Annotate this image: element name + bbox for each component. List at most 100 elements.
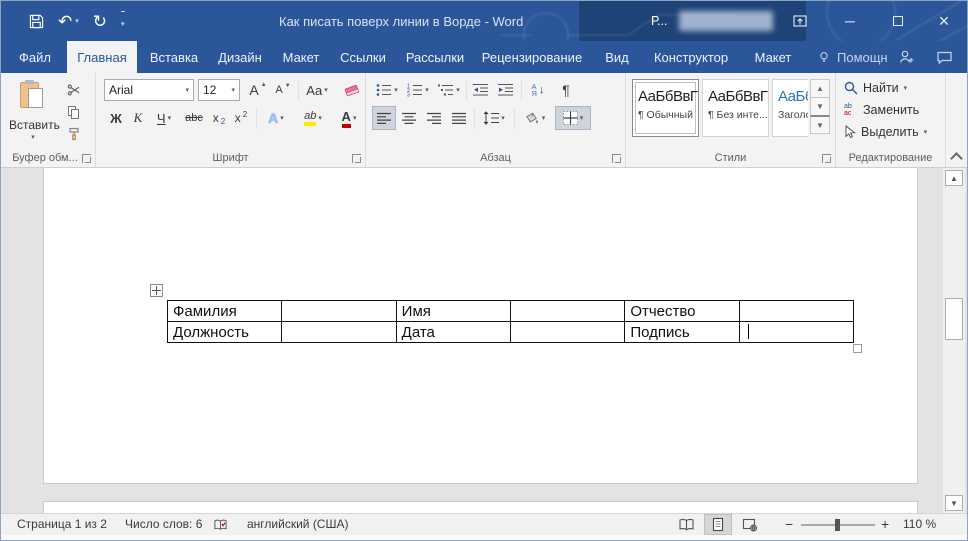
- strikethrough-button[interactable]: abc: [181, 107, 207, 129]
- ribbon-display-options-button[interactable]: [787, 10, 813, 32]
- maximize-button[interactable]: [885, 10, 911, 32]
- tab-view[interactable]: Вид: [599, 41, 635, 73]
- clipboard-dialog-launcher-icon[interactable]: [82, 154, 91, 163]
- show-marks-button[interactable]: ¶: [556, 79, 576, 101]
- clear-formatting-button[interactable]: [340, 79, 364, 101]
- print-layout-button[interactable]: [704, 514, 732, 535]
- shading-button[interactable]: ▾: [518, 107, 550, 129]
- table-cell[interactable]: [509, 300, 626, 322]
- zoom-slider-track[interactable]: [801, 519, 875, 531]
- table-cell[interactable]: [281, 321, 397, 343]
- font-size-combobox[interactable]: 12 ▾: [198, 79, 240, 101]
- language-indicator[interactable]: английский (США): [247, 517, 348, 531]
- save-icon[interactable]: [29, 14, 44, 29]
- redo-icon[interactable]: ↻: [93, 13, 107, 30]
- sort-button[interactable]: А Я ↓: [525, 79, 551, 101]
- line-spacing-button[interactable]: ▾: [478, 107, 510, 129]
- read-mode-button[interactable]: [673, 515, 699, 534]
- styles-more-icon[interactable]: ▼: [810, 115, 830, 134]
- justify-button[interactable]: [448, 107, 470, 129]
- document-table[interactable]: Фамилия Имя Отчество Должность Дата Подп…: [166, 300, 855, 343]
- scroll-down-icon[interactable]: ▼: [945, 495, 963, 511]
- highlight-color-button[interactable]: ab ▾: [296, 107, 330, 129]
- tell-me-button[interactable]: Помощн: [817, 41, 888, 73]
- tab-design[interactable]: Дизайн: [213, 41, 267, 73]
- underline-button[interactable]: Ч ▾: [150, 107, 178, 129]
- tab-table-design[interactable]: Конструктор: [646, 41, 736, 73]
- table-resize-handle[interactable]: [853, 344, 862, 353]
- table-cell[interactable]: [738, 321, 855, 343]
- table-cell[interactable]: Отчество: [624, 300, 740, 322]
- styles-scroll-up-icon[interactable]: ▲: [810, 79, 830, 98]
- paragraph-dialog-launcher-icon[interactable]: [612, 154, 621, 163]
- multilevel-list-button[interactable]: ▾: [435, 79, 463, 101]
- table-cell[interactable]: [738, 300, 855, 322]
- replace-button[interactable]: ab ac Заменить: [844, 103, 919, 117]
- table-cell[interactable]: Подпись: [624, 321, 740, 343]
- tab-table-layout[interactable]: Макет: [747, 41, 799, 73]
- bullets-button[interactable]: ▾: [373, 79, 401, 101]
- numbering-button[interactable]: 123 ▾: [404, 79, 432, 101]
- change-case-button[interactable]: Aa ▾: [302, 79, 332, 101]
- share-button[interactable]: [893, 41, 919, 73]
- table-cell[interactable]: Имя: [395, 300, 511, 322]
- tab-references[interactable]: Ссылки: [335, 41, 391, 73]
- italic-button[interactable]: К: [129, 107, 147, 129]
- style-card-heading1[interactable]: АаБбВв Заголово...: [772, 79, 808, 137]
- tab-layout[interactable]: Макет: [277, 41, 325, 73]
- tab-file[interactable]: Файл: [11, 41, 59, 73]
- tab-home[interactable]: Главная: [67, 41, 137, 73]
- bold-button[interactable]: Ж: [106, 107, 126, 129]
- tab-mailings[interactable]: Рассылки: [403, 41, 467, 73]
- table-cell[interactable]: Дата: [395, 321, 511, 343]
- shrink-font-button[interactable]: А ▼: [272, 79, 294, 101]
- styles-dialog-launcher-icon[interactable]: [822, 154, 831, 163]
- table-cell[interactable]: Должность: [166, 321, 283, 343]
- tab-review[interactable]: Рецензирование: [479, 41, 585, 73]
- font-color-button[interactable]: А ▾: [334, 107, 364, 129]
- style-card-no-spacing[interactable]: АаБбВвГг, ¶ Без инте...: [702, 79, 769, 137]
- copy-button[interactable]: [63, 103, 85, 121]
- find-button[interactable]: Найти ▾: [844, 81, 907, 95]
- zoom-level[interactable]: 110 %: [903, 517, 936, 531]
- web-layout-button[interactable]: [737, 515, 763, 534]
- decrease-indent-button[interactable]: [470, 79, 492, 101]
- comments-button[interactable]: [931, 41, 957, 73]
- document-page-2[interactable]: [43, 501, 918, 513]
- scrollbar-thumb[interactable]: [945, 298, 963, 340]
- format-painter-button[interactable]: [63, 125, 85, 143]
- paste-button[interactable]: Вставить ▾: [9, 79, 60, 145]
- cut-button[interactable]: [63, 81, 85, 99]
- undo-icon[interactable]: ↶: [58, 13, 72, 30]
- zoom-slider-thumb[interactable]: [835, 519, 840, 531]
- close-button[interactable]: ×: [931, 10, 957, 32]
- table-cell[interactable]: Фамилия: [166, 300, 283, 322]
- text-effects-button[interactable]: А ▾: [260, 107, 292, 129]
- subscript-button[interactable]: x2: [209, 107, 229, 129]
- font-dialog-launcher-icon[interactable]: [352, 154, 361, 163]
- zoom-in-button[interactable]: +: [881, 516, 889, 532]
- align-right-button[interactable]: [423, 107, 445, 129]
- styles-scroll-down-icon[interactable]: ▼: [810, 97, 830, 116]
- align-left-button[interactable]: [372, 106, 396, 130]
- collapse-ribbon-icon[interactable]: [950, 152, 963, 165]
- undo-dropdown-icon[interactable]: ▾: [75, 18, 79, 25]
- table-move-handle[interactable]: [150, 284, 163, 297]
- page-indicator[interactable]: Страница 1 из 2: [17, 517, 107, 531]
- style-card-normal[interactable]: АаБбВвГг, ¶ Обычный: [632, 79, 699, 137]
- minimize-button[interactable]: ─: [837, 10, 863, 32]
- user-account-name-redacted[interactable]: [679, 11, 773, 31]
- tab-insert[interactable]: Вставка: [145, 41, 203, 73]
- vertical-scrollbar[interactable]: ▲ ▼: [942, 168, 965, 513]
- align-center-button[interactable]: [398, 107, 420, 129]
- increase-indent-button[interactable]: [495, 79, 517, 101]
- customize-qat-icon[interactable]: ▾: [121, 21, 125, 28]
- proofing-status-button[interactable]: [213, 518, 228, 535]
- font-name-combobox[interactable]: Arial ▾: [104, 79, 194, 101]
- word-count[interactable]: Число слов: 6: [125, 517, 202, 531]
- table-cell[interactable]: [509, 321, 626, 343]
- borders-button[interactable]: ▾: [555, 106, 591, 130]
- grow-font-button[interactable]: А ▲: [247, 79, 269, 101]
- select-button[interactable]: Выделить ▾: [844, 125, 927, 139]
- superscript-button[interactable]: x2: [231, 107, 251, 129]
